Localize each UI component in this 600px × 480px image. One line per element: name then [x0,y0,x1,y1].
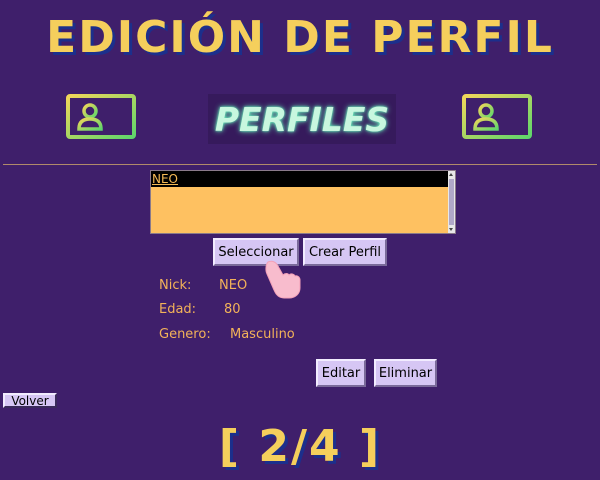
id-card-icon [462,94,532,139]
nick-label: Nick: [159,278,192,293]
back-button[interactable]: Volver [3,393,57,408]
create-profile-button[interactable]: Crear Perfil [303,238,387,266]
scrollbar[interactable] [448,171,455,233]
page-indicator: [ 2/4 ] [218,421,382,472]
section-heading: PERFILES [208,94,396,144]
id-card-icon [66,94,136,139]
gender-label: Genero: [159,327,211,342]
section-heading-label: PERFILES [214,99,390,139]
nick-value: NEO [219,278,248,293]
gender-value: Masculino [230,327,295,342]
page-title: EDICIÓN DE PERFIL [46,12,554,63]
list-item[interactable]: NEO [151,171,449,187]
profile-listbox[interactable]: NEO [150,170,456,234]
hand-pointer-icon [265,260,301,299]
divider [3,164,597,165]
age-value: 80 [224,302,241,317]
age-label: Edad: [159,302,197,317]
scroll-down-arrow-icon[interactable] [449,228,453,231]
scroll-thumb[interactable] [449,179,454,225]
scroll-up-arrow-icon[interactable] [449,173,453,176]
delete-button[interactable]: Eliminar [374,359,437,387]
edit-button[interactable]: Editar [316,359,366,387]
